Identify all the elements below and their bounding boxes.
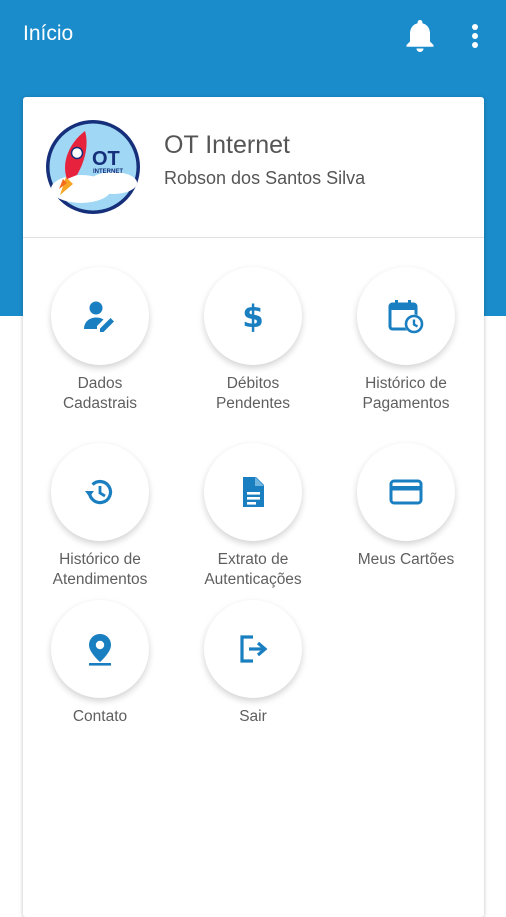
credit-card-icon: [389, 479, 423, 505]
profile-header: OT INTERNET OT Internet Robson dos Santo…: [23, 97, 484, 238]
logout-icon: [240, 635, 268, 663]
menu-item-sair[interactable]: Sair: [178, 600, 328, 727]
bell-icon[interactable]: [402, 16, 438, 54]
menu-item-circle[interactable]: [357, 443, 455, 541]
dollar-icon: $: [242, 299, 264, 335]
menu-item-contato[interactable]: Contato: [25, 600, 175, 727]
menu-item-label: Meus Cartões: [357, 551, 455, 568]
location-pin-icon: [89, 634, 111, 666]
menu-item-historico-pagamentos[interactable]: Histórico de Pagamentos: [331, 267, 481, 414]
menu-item-circle[interactable]: [357, 267, 455, 365]
company-logo: OT INTERNET: [45, 119, 141, 215]
menu-item-dados-cadastrais[interactable]: Dados Cadastrais: [25, 267, 175, 414]
document-icon: [243, 477, 264, 507]
menu-item-circle[interactable]: [51, 443, 149, 541]
menu-item-circle[interactable]: [51, 267, 149, 365]
menu-item-debitos-pendentes[interactable]: $ Débitos Pendentes: [178, 267, 328, 414]
menu-item-circle[interactable]: [51, 600, 149, 698]
app-bar: Início: [0, 0, 506, 72]
menu-item-label: Histórico de Pagamentos: [362, 375, 450, 412]
menu-item-circle[interactable]: $: [204, 267, 302, 365]
menu-item-label: Histórico de Atendimentos: [52, 551, 148, 588]
menu-item-label: Débitos Pendentes: [215, 375, 291, 412]
menu-item-extrato-autenticacoes[interactable]: Extrato de Autenticações: [178, 443, 328, 590]
menu-item-label: Sair: [239, 708, 267, 725]
main-card: OT INTERNET OT Internet Robson dos Santo…: [23, 97, 484, 917]
menu-item-historico-atendimentos[interactable]: Histórico de Atendimentos: [25, 443, 175, 590]
menu-item-label: Extrato de Autenticações: [204, 551, 302, 588]
svg-text:OT: OT: [92, 148, 120, 170]
more-vertical-icon[interactable]: [464, 20, 486, 52]
svg-text:$: $: [242, 299, 264, 335]
user-edit-icon: [84, 301, 114, 332]
menu-item-circle[interactable]: [204, 443, 302, 541]
menu-item-label: Contato: [72, 708, 128, 725]
company-name: OT Internet: [164, 131, 290, 159]
svg-text:INTERNET: INTERNET: [93, 169, 123, 175]
menu-item-meus-cartoes[interactable]: Meus Cartões: [331, 443, 481, 570]
menu-item-label: Dados Cadastrais: [62, 375, 138, 412]
calendar-clock-icon: [388, 300, 424, 334]
history-icon: [85, 479, 113, 505]
app-bar-title: Início: [23, 22, 74, 45]
user-name: Robson dos Santos Silva: [164, 168, 366, 188]
menu-item-circle[interactable]: [204, 600, 302, 698]
